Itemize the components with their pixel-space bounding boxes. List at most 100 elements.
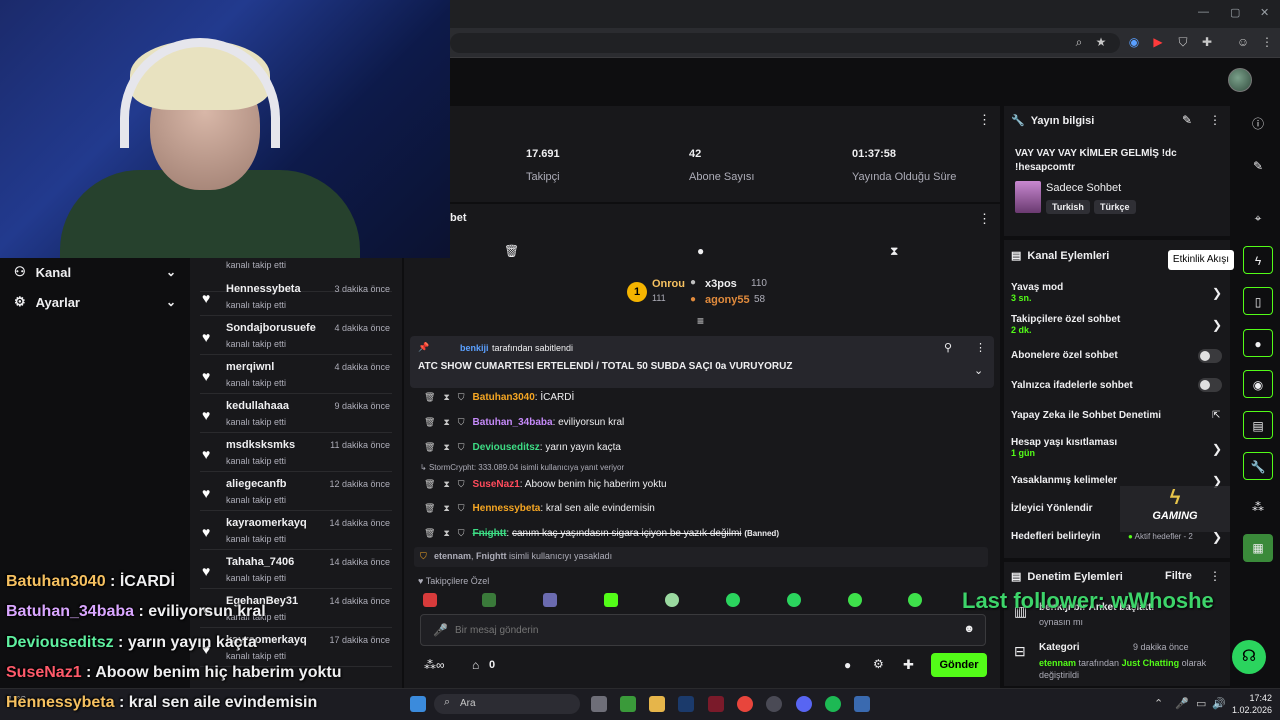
external-link-icon[interactable]: ⇱ <box>1212 410 1220 421</box>
emote[interactable] <box>604 593 618 607</box>
delete-message-icon[interactable]: 🗑 <box>424 442 435 453</box>
minimize-icon[interactable]: — <box>1198 6 1209 18</box>
chat-bubble-icon[interactable]: ● <box>697 244 704 258</box>
puzzle-icon[interactable]: ✚ <box>903 657 914 673</box>
subscribers-only-toggle[interactable] <box>1198 349 1222 363</box>
puzzle-icon[interactable]: ✚ <box>1200 35 1214 49</box>
app-icon[interactable] <box>854 696 870 712</box>
ban-icon[interactable]: ⛉ <box>458 528 465 539</box>
delete-message-icon[interactable]: 🗑 <box>424 528 435 539</box>
tray-chevron-icon[interactable]: ⌃ <box>1154 697 1163 710</box>
chat-input-box[interactable]: 🎤 ☻ <box>420 614 986 646</box>
steam-icon[interactable] <box>678 696 694 712</box>
mod-menu-icon[interactable]: ⋮ <box>1209 569 1221 583</box>
followers-only-row[interactable]: Takipçilere özel sohbet 2 dk. <box>1011 314 1120 335</box>
profile-icon[interactable]: ☺ <box>1236 35 1250 49</box>
timeout-icon[interactable]: ⧗ <box>443 503 449 514</box>
chevron-right-icon[interactable]: ❯ <box>1212 318 1222 332</box>
maximize-icon[interactable]: ▢ <box>1230 6 1240 19</box>
tag[interactable]: Türkçe <box>1094 200 1136 214</box>
account-age-row[interactable]: Hesap yaşı kısıtlaması 1 gün <box>1011 437 1117 458</box>
delete-message-icon[interactable]: 🗑 <box>424 503 435 514</box>
timeout-icon[interactable]: ⧗ <box>443 392 449 403</box>
emote-only-toggle[interactable] <box>1198 378 1222 392</box>
ban-icon[interactable]: ⛉ <box>458 417 465 428</box>
apps-icon[interactable]: ⁂ <box>1243 493 1273 521</box>
ban-icon[interactable]: ⛉ <box>458 392 465 403</box>
emote[interactable] <box>908 593 922 607</box>
timeout-icon[interactable]: ⧗ <box>443 442 449 453</box>
info-icon[interactable]: ⓘ <box>1243 110 1273 138</box>
collapse-icon[interactable]: ≡ <box>697 314 704 328</box>
chat-menu-icon[interactable]: ⋮ <box>978 211 991 227</box>
ban-icon[interactable]: ⛉ <box>458 503 465 514</box>
chrome-icon[interactable] <box>737 696 753 712</box>
points-icon[interactable]: ⁂∞ <box>424 658 445 672</box>
spotify-icon[interactable] <box>825 696 841 712</box>
chevron-right-icon[interactable]: ❯ <box>1212 530 1222 544</box>
task-view-icon[interactable] <box>591 696 607 712</box>
app-thumbnail-icon[interactable]: ▦ <box>1243 534 1273 562</box>
menu-kebab-icon[interactable]: ⋮ <box>1260 35 1274 49</box>
edit-icon[interactable]: ✎ <box>1182 113 1192 127</box>
wrench-icon[interactable]: 🔧 <box>1243 452 1273 480</box>
monitor-icon[interactable]: ▭ <box>1196 697 1206 710</box>
chevron-down-icon[interactable]: ⌄ <box>974 364 983 377</box>
tag[interactable]: Turkish <box>1046 200 1090 214</box>
bookmark-star-icon[interactable]: ★ <box>1094 35 1108 49</box>
store-icon[interactable]: ⌂ <box>472 658 479 672</box>
extension-icon[interactable]: ◉ <box>1127 35 1141 49</box>
user-avatar[interactable] <box>1228 68 1252 92</box>
chat-icon[interactable]: ● <box>1243 329 1273 357</box>
support-icon[interactable]: ☊ <box>1232 640 1266 674</box>
nav-item-ayarlar[interactable]: ⚙ Ayarlar ⌄ <box>14 294 176 310</box>
address-bar[interactable] <box>450 33 1120 53</box>
ban-icon[interactable]: ⛉ <box>458 442 465 453</box>
minecraft-icon[interactable] <box>620 696 636 712</box>
trash-icon[interactable]: 🗑 <box>504 244 519 258</box>
file-explorer-icon[interactable] <box>649 696 665 712</box>
send-button[interactable]: Gönder <box>931 653 987 677</box>
server-icon[interactable]: ▤ <box>1243 411 1273 439</box>
slow-mode-row[interactable]: Yavaş mod 3 sn. <box>1011 282 1063 303</box>
stream-info-menu-icon[interactable]: ⋮ <box>1209 113 1221 127</box>
taskbar-search[interactable]: Ara <box>434 694 580 714</box>
emote[interactable] <box>726 593 740 607</box>
nav-item-kanal[interactable]: ⚇ Kanal ⌄ <box>14 264 176 280</box>
emote[interactable] <box>423 593 437 607</box>
unpin-icon[interactable]: ⚲ <box>944 341 952 354</box>
discord-icon[interactable] <box>796 696 812 712</box>
pinned-menu-icon[interactable]: ⋮ <box>975 341 986 354</box>
app-icon[interactable] <box>708 696 724 712</box>
stats-menu-icon[interactable]: ⋮ <box>978 112 991 128</box>
microphone-icon[interactable]: 🎤 <box>433 623 448 637</box>
youtube-extension-icon[interactable]: ▶ <box>1151 35 1165 49</box>
banned-words-row[interactable]: Yasaklanmış kelimeler <box>1011 475 1117 486</box>
volume-icon[interactable]: 🔊 <box>1212 697 1226 710</box>
timeout-icon[interactable]: ⧗ <box>443 479 449 490</box>
zoom-icon[interactable]: ⌕ <box>1072 35 1086 49</box>
emote[interactable] <box>787 593 801 607</box>
close-icon[interactable]: ✕ <box>1260 6 1269 19</box>
chevron-right-icon[interactable]: ❯ <box>1212 442 1222 456</box>
delete-message-icon[interactable]: 🗑 <box>424 479 435 490</box>
filter-button[interactable]: Filtre <box>1165 570 1192 582</box>
system-clock[interactable]: 17:42 1.02.2026 <box>1232 692 1272 716</box>
goals-row[interactable]: Hedefleri belirleyin <box>1011 531 1100 542</box>
delete-message-icon[interactable]: 🗑 <box>424 392 435 403</box>
windows-start-icon[interactable] <box>410 696 426 712</box>
obs-icon[interactable] <box>766 696 782 712</box>
microphone-icon[interactable]: 🎤 <box>1175 697 1189 710</box>
gear-icon[interactable]: ⚙ <box>873 657 884 671</box>
raid-row[interactable]: İzleyici Yönlendir <box>1011 503 1093 514</box>
hourglass-icon[interactable]: ⧗ <box>890 244 898 259</box>
emote[interactable] <box>482 593 496 607</box>
emote[interactable] <box>665 593 679 607</box>
emoji-icon[interactable]: ☻ <box>963 623 975 635</box>
timeout-icon[interactable]: ⧗ <box>443 528 449 539</box>
delete-message-icon[interactable]: 🗑 <box>424 417 435 428</box>
focus-icon[interactable]: ⌖ <box>1243 204 1273 232</box>
ai-moderation-row[interactable]: Yapay Zeka ile Sohbet Denetimi <box>1011 410 1161 421</box>
chat-input[interactable] <box>455 621 935 639</box>
document-icon[interactable]: ▯ <box>1243 287 1273 315</box>
